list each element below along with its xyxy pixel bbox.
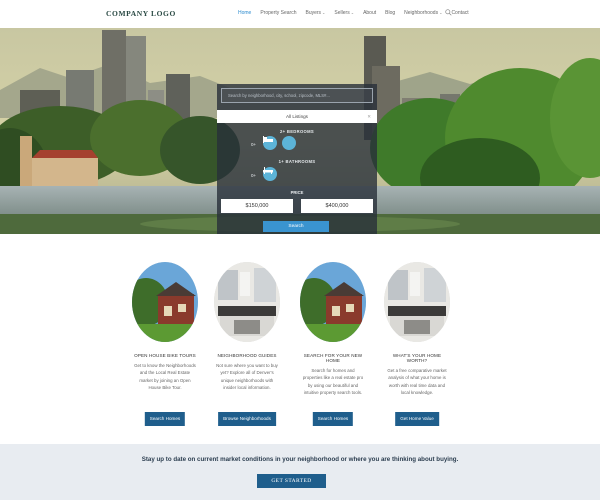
- house-exterior-image: [132, 262, 198, 342]
- price-max-field[interactable]: $400,000: [301, 199, 373, 213]
- feature-card: WHAT'S YOUR HOME WORTH? Get a free compa…: [382, 262, 452, 426]
- nav-neighborhoods[interactable]: Neighborhoods⌄: [404, 10, 442, 16]
- feature-description: Get to know the Neighborhoods and the Lo…: [134, 363, 196, 391]
- feature-title: WHAT'S YOUR HOME WORTH?: [392, 353, 442, 363]
- feature-card: OPEN HOUSE BIKE TOURS Get to know the Ne…: [130, 262, 200, 426]
- search-homes-button[interactable]: Search Homes: [312, 412, 354, 426]
- nav-sellers[interactable]: Sellers⌄: [334, 10, 354, 16]
- feature-description: Search for homes and properties like a r…: [302, 368, 364, 396]
- location-search-input[interactable]: Search by neighborhood, city, school, zi…: [221, 88, 373, 103]
- search-button[interactable]: Search: [263, 221, 329, 232]
- bedrooms-min-label: 0+: [251, 142, 257, 147]
- house-exterior-image: [300, 262, 366, 342]
- feature-title: NEIGHBORHOOD GUIDES: [217, 353, 277, 358]
- nav-contact[interactable]: Contact: [451, 10, 468, 16]
- feature-card: NEIGHBORHOOD GUIDES Not sure where you w…: [212, 262, 282, 426]
- nav-buyers[interactable]: Buyers⌄: [305, 10, 325, 16]
- kitchen-interior-image: [214, 262, 280, 342]
- kitchen-interior-image: [384, 262, 450, 342]
- bathrooms-min-label: 0+: [251, 173, 257, 178]
- bedrooms-label: 2+ BEDROOMS: [280, 129, 314, 134]
- feature-card: SEARCH FOR YOUR NEW HOME Search for home…: [298, 262, 368, 426]
- price-min-field[interactable]: $150,000: [221, 199, 293, 213]
- bathroom-option-2[interactable]: [263, 167, 296, 181]
- get-started-button[interactable]: GET STARTED: [257, 474, 326, 488]
- bedroom-option-3[interactable]: [263, 136, 315, 150]
- nav-home[interactable]: Home: [238, 10, 251, 16]
- bathrooms-selector: 0+: [251, 167, 334, 181]
- bed-icon: [263, 136, 273, 143]
- company-logo[interactable]: COMPANY LOGO: [106, 9, 176, 18]
- nav-property-search[interactable]: Property Search: [260, 10, 296, 16]
- search-icon[interactable]: [445, 9, 452, 16]
- chevron-down-icon: ⌄: [322, 10, 326, 15]
- clear-icon[interactable]: ✕: [367, 110, 371, 123]
- feature-title: SEARCH FOR YOUR NEW HOME: [303, 353, 363, 363]
- property-search-panel: Search by neighborhood, city, school, zi…: [217, 84, 377, 234]
- nav-about[interactable]: About: [363, 10, 376, 16]
- listing-type-value: All Listings: [286, 114, 308, 119]
- nav-blog[interactable]: Blog: [385, 10, 395, 16]
- cta-message: Stay up to date on current market condit…: [141, 456, 459, 463]
- listing-type-select[interactable]: All Listings ✕: [217, 110, 377, 123]
- bedroom-option-4[interactable]: [263, 136, 334, 150]
- feature-description: Get a free comparative market analysis o…: [387, 368, 447, 396]
- main-nav: Home Property Search Buyers⌄ Sellers⌄ Ab…: [238, 9, 478, 16]
- newsletter-band: Stay up to date on current market condit…: [0, 444, 600, 500]
- feature-image-kitchen: [384, 262, 450, 342]
- feature-title: OPEN HOUSE BIKE TOURS: [134, 353, 196, 358]
- feature-image-house: [300, 262, 366, 342]
- browse-neighborhoods-button[interactable]: Browse Neighborhoods: [218, 412, 276, 426]
- bathroom-option-3[interactable]: [263, 167, 315, 181]
- search-homes-button[interactable]: Search Homes: [144, 412, 186, 426]
- chevron-down-icon: ⌄: [439, 10, 443, 15]
- bedrooms-selector: 0+: [251, 136, 334, 150]
- bedroom-option-2[interactable]: [263, 136, 296, 150]
- site-header: COMPANY LOGO Home Property Search Buyers…: [0, 0, 600, 28]
- bathrooms-label: 1+ BATHROOMS: [278, 159, 316, 164]
- bathtub-icon: [263, 167, 273, 174]
- hero-banner: Search by neighborhood, city, school, zi…: [0, 28, 600, 234]
- feature-description: Not sure where you want to buy yet? Expl…: [216, 363, 278, 391]
- feature-image-house: [132, 262, 198, 342]
- price-label: PRICE: [290, 190, 304, 195]
- feature-image-kitchen: [214, 262, 280, 342]
- get-home-value-button[interactable]: Get Home Value: [395, 412, 439, 426]
- bathroom-option-4[interactable]: [263, 167, 334, 181]
- chevron-down-icon: ⌄: [350, 10, 355, 15]
